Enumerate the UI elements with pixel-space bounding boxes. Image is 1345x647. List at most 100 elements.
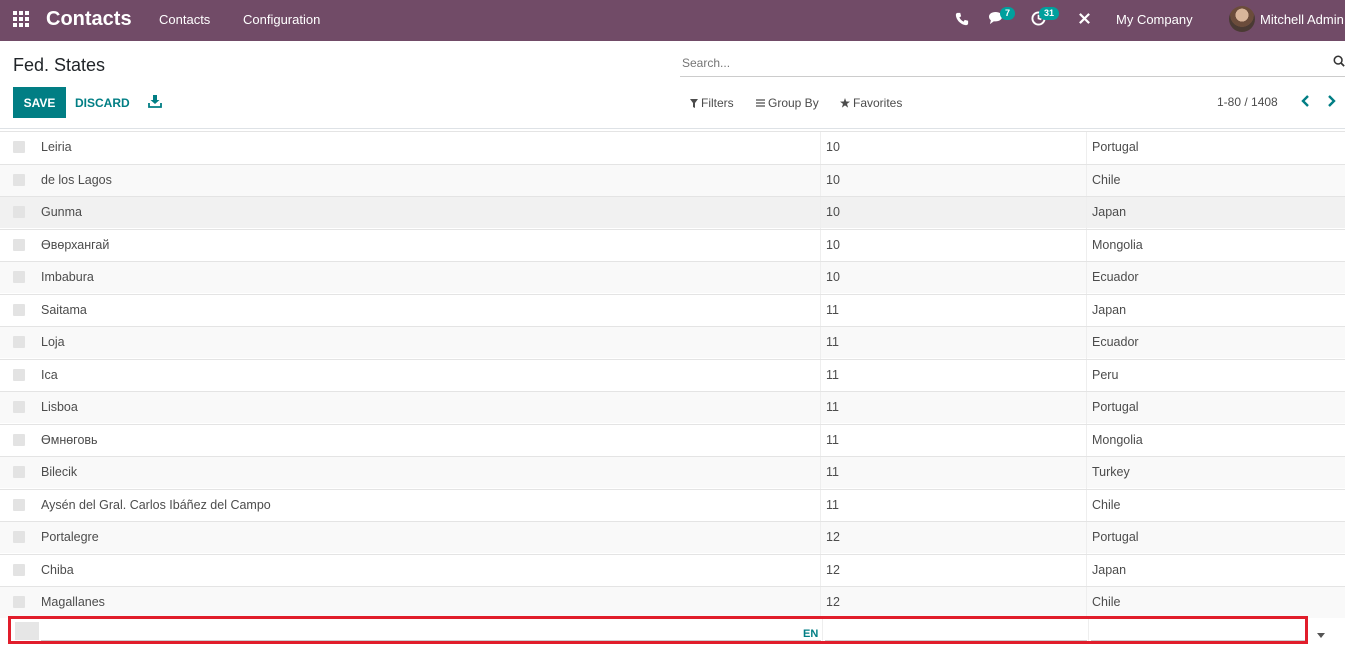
user-menu[interactable]: Mitchell Admin (1260, 12, 1344, 27)
country-select-input[interactable] (1091, 619, 1305, 641)
pager-next-icon[interactable] (1326, 94, 1338, 108)
state-name: Gunma (41, 205, 82, 219)
table-row[interactable]: Magallanes 12 Chile (0, 586, 1345, 619)
group-by-icon (756, 99, 765, 107)
state-code: 10 (826, 205, 840, 219)
search-icon[interactable] (1333, 55, 1345, 67)
filter-icon (690, 98, 698, 108)
table-row[interactable]: Gunma 10 Japan (0, 196, 1345, 229)
row-checkbox[interactable] (13, 498, 25, 511)
group-by-button[interactable]: Group By (756, 96, 819, 110)
state-code: 11 (826, 432, 839, 447)
menu-configuration[interactable]: Configuration (243, 12, 320, 27)
table-row[interactable]: Saitama 11 Japan (0, 293, 1345, 327)
table-row[interactable]: Chiba 12 Japan (0, 553, 1345, 587)
download-icon[interactable] (148, 94, 162, 108)
table-row[interactable]: Lisboa 11 Portugal (0, 391, 1345, 424)
pager-previous-icon[interactable] (1299, 94, 1311, 108)
state-code-input[interactable] (825, 619, 1087, 641)
filters-button[interactable]: Filters (690, 96, 734, 110)
table-row[interactable]: Leiria 10 Portugal (0, 131, 1345, 164)
state-country: Portugal (1092, 530, 1139, 544)
activities-badge: 31 (1039, 7, 1060, 20)
row-checkbox[interactable] (13, 466, 25, 478)
pager-value[interactable]: 1-80 / 1408 (1217, 95, 1278, 109)
favorites-button[interactable]: Favorites (840, 96, 902, 110)
company-switcher[interactable]: My Company (1116, 12, 1193, 27)
state-name: Ica (41, 367, 58, 382)
state-country: Turkey (1092, 465, 1130, 479)
row-checkbox[interactable] (13, 173, 25, 186)
phone-icon[interactable] (955, 12, 969, 26)
state-code: 11 (826, 497, 839, 512)
table-row[interactable]: Өмнөговь 11 Mongolia (0, 423, 1345, 457)
apps-menu-icon[interactable] (13, 11, 31, 29)
state-code: 12 (826, 530, 840, 544)
star-icon (840, 98, 850, 108)
state-name: Bilecik (41, 465, 78, 479)
row-checkbox[interactable] (13, 141, 25, 153)
page-title: Fed. States (13, 55, 106, 75)
state-country: Chile (1092, 497, 1121, 512)
state-name: Aysén del Gral. Carlos Ibáñez del Campo (41, 497, 271, 512)
state-code: 12 (826, 562, 840, 577)
row-checkbox[interactable] (13, 433, 25, 446)
state-code: 11 (826, 465, 839, 479)
row-checkbox[interactable] (13, 238, 25, 251)
state-name: Chiba (41, 562, 74, 577)
row-checkbox[interactable] (13, 206, 25, 218)
state-name: de los Lagos (41, 172, 112, 187)
state-name: Imbabura (41, 270, 94, 284)
row-checkbox[interactable] (13, 596, 25, 608)
state-code: 11 (826, 302, 839, 317)
table-row[interactable]: Ica 11 Peru (0, 358, 1345, 392)
messages-badge: 7 (1000, 7, 1016, 20)
state-country: Mongolia (1092, 237, 1143, 252)
row-checkbox[interactable] (13, 336, 25, 348)
state-code: 11 (826, 335, 839, 349)
state-code: 11 (826, 367, 839, 382)
menu-contacts[interactable]: Contacts (159, 12, 210, 27)
state-name-input[interactable] (41, 619, 821, 641)
table-row[interactable]: de los Lagos 10 Chile (0, 163, 1345, 197)
translation-language-tag[interactable]: EN (803, 628, 818, 640)
table-row[interactable]: Loja 11 Ecuador (0, 326, 1345, 359)
row-checkbox[interactable] (13, 401, 25, 413)
state-country: Chile (1092, 595, 1121, 609)
state-name: Loja (41, 335, 65, 349)
row-checkbox[interactable] (13, 563, 25, 576)
user-avatar[interactable] (1229, 6, 1255, 32)
table-row[interactable]: Bilecik 11 Turkey (0, 456, 1345, 489)
state-code: 10 (826, 237, 840, 252)
app-brand[interactable]: Contacts (46, 8, 132, 31)
table-row[interactable]: Aysén del Gral. Carlos Ibáñez del Campo … (0, 488, 1345, 522)
row-checkbox[interactable] (13, 271, 25, 283)
state-name: Magallanes (41, 595, 105, 609)
row-checkbox[interactable] (13, 368, 25, 381)
state-country: Mongolia (1092, 432, 1143, 447)
save-button[interactable]: SAVE (13, 87, 66, 118)
discard-button[interactable]: DISCARD (75, 96, 130, 110)
table-row[interactable]: Imbabura 10 Ecuador (0, 261, 1345, 294)
control-panel: Fed. States SAVE DISCARD Filters Group B… (0, 41, 1345, 129)
state-code: 12 (826, 595, 840, 609)
new-record-row[interactable]: EN (8, 616, 1308, 644)
state-name: Portalegre (41, 530, 99, 544)
state-country: Peru (1092, 367, 1119, 382)
state-name: Өмнөговь (41, 432, 98, 447)
search-input[interactable] (680, 51, 1320, 75)
table-row[interactable]: Өвөрхангай 10 Mongolia (0, 228, 1345, 262)
state-country: Portugal (1092, 140, 1139, 154)
state-name: Leiria (41, 140, 72, 154)
country-dropdown-caret-icon[interactable] (1317, 633, 1325, 638)
state-country: Japan (1092, 205, 1127, 219)
row-checkbox[interactable] (13, 531, 25, 543)
debug-tools-icon[interactable] (1078, 12, 1091, 25)
table-row[interactable]: Portalegre 12 Portugal (0, 521, 1345, 554)
state-country: Ecuador (1092, 270, 1139, 284)
state-name: Өвөрхангай (41, 237, 110, 252)
filters-label: Filters (701, 96, 734, 110)
top-navbar: Contacts Contacts Configuration 7 31 My … (0, 0, 1345, 41)
new-row-checkbox[interactable] (15, 622, 39, 640)
row-checkbox[interactable] (13, 303, 25, 316)
